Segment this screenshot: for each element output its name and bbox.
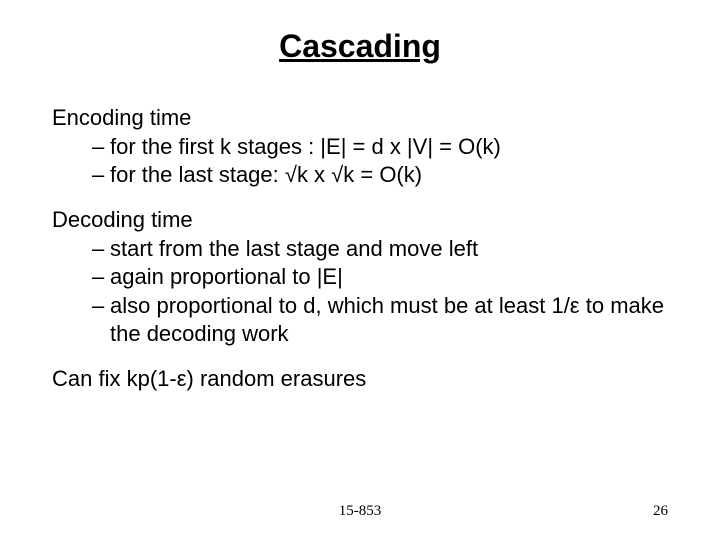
list-item: –for the last stage: √k x √k = O(k) — [92, 161, 668, 189]
bullet-text: again proportional to |E| — [110, 263, 664, 291]
list-item: –also proportional to d, which must be a… — [92, 292, 668, 348]
list-item: –again proportional to |E| — [92, 263, 668, 291]
slide: Cascading Encoding time –for the first k… — [0, 0, 720, 540]
footer-page-number: 26 — [653, 503, 668, 520]
bullet-text: also proportional to d, which must be at… — [110, 292, 664, 348]
closing-line: Can fix kp(1-ε) random erasures — [52, 366, 668, 392]
footer-course: 15-853 — [0, 503, 720, 520]
bullet-text: for the first k stages : |E| = d x |V| =… — [110, 133, 664, 161]
list-item: –start from the last stage and move left — [92, 235, 668, 263]
list-item: –for the first k stages : |E| = d x |V| … — [92, 133, 668, 161]
bullet-list-decoding: –start from the last stage and move left… — [52, 235, 668, 348]
bullet-text: for the last stage: √k x √k = O(k) — [110, 161, 664, 189]
section-heading-encoding: Encoding time — [52, 105, 668, 131]
section-heading-decoding: Decoding time — [52, 207, 668, 233]
bullet-list-encoding: –for the first k stages : |E| = d x |V| … — [52, 133, 668, 189]
page-title: Cascading — [52, 28, 668, 65]
bullet-text: start from the last stage and move left — [110, 235, 664, 263]
